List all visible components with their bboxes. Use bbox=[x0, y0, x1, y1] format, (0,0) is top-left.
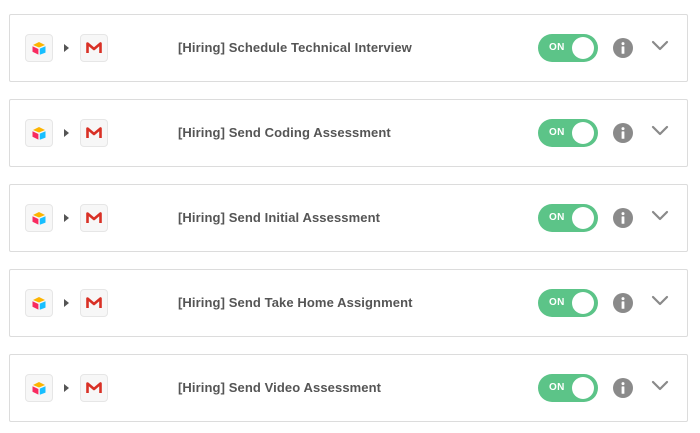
airtable-icon bbox=[25, 119, 53, 147]
zap-toggle[interactable]: ON bbox=[538, 374, 598, 402]
toggle-knob bbox=[572, 37, 594, 59]
flow-arrow-icon bbox=[64, 44, 69, 52]
zap-title[interactable]: [Hiring] Send Take Home Assignment bbox=[178, 270, 413, 336]
chevron-down-icon[interactable] bbox=[651, 294, 669, 306]
toggle-knob bbox=[572, 207, 594, 229]
flow-arrow-icon bbox=[64, 214, 69, 222]
info-icon[interactable] bbox=[613, 38, 633, 58]
toggle-label: ON bbox=[549, 297, 565, 308]
toggle-knob bbox=[572, 122, 594, 144]
toggle-knob bbox=[572, 292, 594, 314]
gmail-icon bbox=[80, 34, 108, 62]
toggle-label: ON bbox=[549, 212, 565, 223]
chevron-down-icon[interactable] bbox=[651, 124, 669, 136]
toggle-knob bbox=[572, 377, 594, 399]
zap-row[interactable]: [Hiring] Schedule Technical Interview ON bbox=[9, 14, 688, 82]
zap-title[interactable]: [Hiring] Send Initial Assessment bbox=[178, 185, 380, 251]
airtable-icon bbox=[25, 374, 53, 402]
info-icon[interactable] bbox=[613, 378, 633, 398]
zap-title[interactable]: [Hiring] Send Video Assessment bbox=[178, 355, 381, 421]
info-icon[interactable] bbox=[613, 123, 633, 143]
toggle-label: ON bbox=[549, 42, 565, 53]
zap-row[interactable]: [Hiring] Send Take Home Assignment ON bbox=[9, 269, 688, 337]
airtable-icon bbox=[25, 34, 53, 62]
airtable-icon bbox=[25, 204, 53, 232]
zap-toggle[interactable]: ON bbox=[538, 34, 598, 62]
chevron-down-icon[interactable] bbox=[651, 209, 669, 221]
zap-toggle[interactable]: ON bbox=[538, 204, 598, 232]
zap-list: [Hiring] Schedule Technical Interview ON… bbox=[0, 0, 700, 433]
chevron-down-icon[interactable] bbox=[651, 39, 669, 51]
gmail-icon bbox=[80, 289, 108, 317]
toggle-label: ON bbox=[549, 382, 565, 393]
zap-title[interactable]: [Hiring] Send Coding Assessment bbox=[178, 100, 391, 166]
flow-arrow-icon bbox=[64, 384, 69, 392]
flow-arrow-icon bbox=[64, 129, 69, 137]
toggle-label: ON bbox=[549, 127, 565, 138]
zap-row[interactable]: [Hiring] Send Coding Assessment ON bbox=[9, 99, 688, 167]
gmail-icon bbox=[80, 204, 108, 232]
flow-arrow-icon bbox=[64, 299, 69, 307]
zap-toggle[interactable]: ON bbox=[538, 289, 598, 317]
gmail-icon bbox=[80, 119, 108, 147]
zap-row[interactable]: [Hiring] Send Initial Assessment ON bbox=[9, 184, 688, 252]
info-icon[interactable] bbox=[613, 208, 633, 228]
zap-row[interactable]: [Hiring] Send Video Assessment ON bbox=[9, 354, 688, 422]
gmail-icon bbox=[80, 374, 108, 402]
zap-toggle[interactable]: ON bbox=[538, 119, 598, 147]
info-icon[interactable] bbox=[613, 293, 633, 313]
zap-title[interactable]: [Hiring] Schedule Technical Interview bbox=[178, 15, 412, 81]
chevron-down-icon[interactable] bbox=[651, 379, 669, 391]
airtable-icon bbox=[25, 289, 53, 317]
